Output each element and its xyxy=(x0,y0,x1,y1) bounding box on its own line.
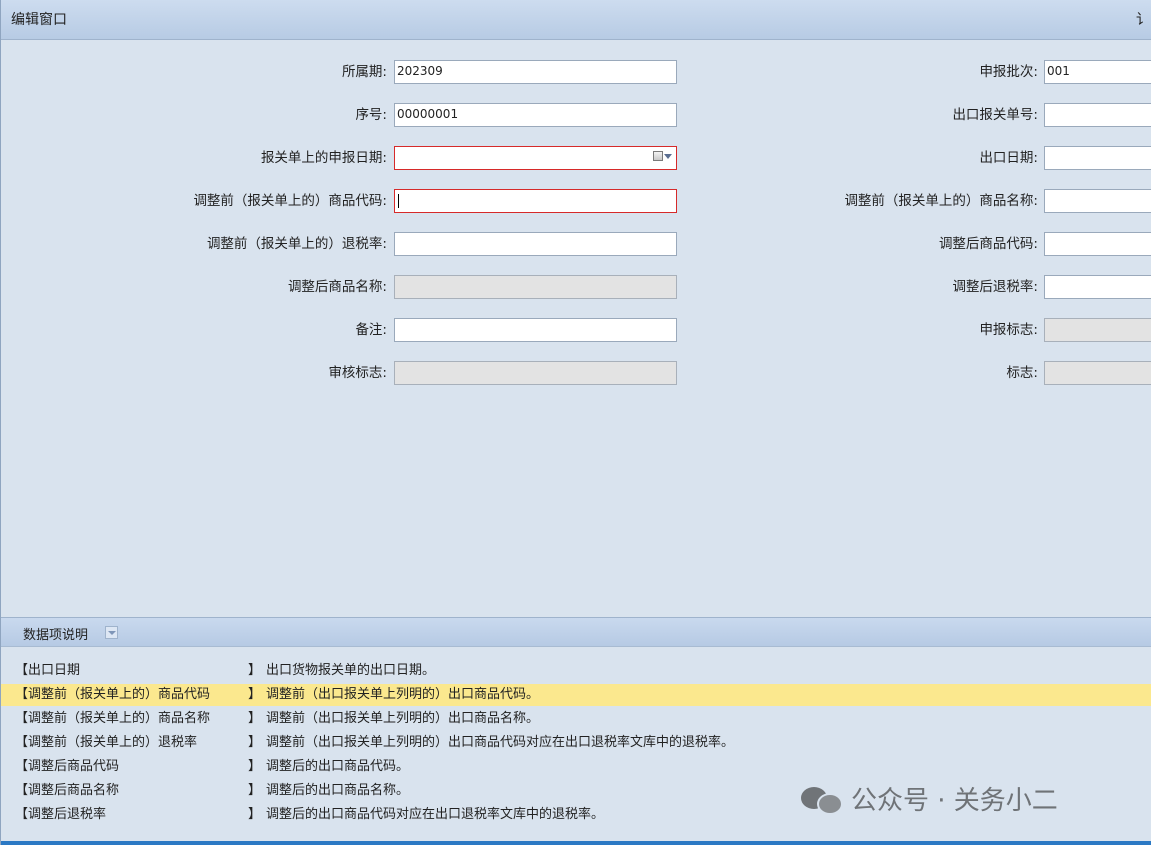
text-field xyxy=(394,361,677,385)
data-item-key: 【调整后商品代码 xyxy=(15,759,120,774)
dropdown-arrow-icon[interactable] xyxy=(664,153,672,159)
field-label: 调整后退税率: xyxy=(952,279,1038,295)
text-field[interactable] xyxy=(1044,275,1151,299)
field-label: 调整前（报关单上的）退税率: xyxy=(206,236,387,252)
text-field[interactable] xyxy=(394,189,677,213)
data-items-title: 数据项说明 xyxy=(23,628,89,643)
data-item-desc: 调整后的出口商品代码。 xyxy=(266,759,410,774)
data-item-bracket: 】 xyxy=(248,687,262,702)
data-item-desc: 调整前（出口报关单上列明的）出口商品代码。 xyxy=(266,687,540,702)
text-field xyxy=(1044,361,1151,385)
text-field[interactable] xyxy=(394,318,677,342)
text-field[interactable] xyxy=(1044,146,1151,170)
text-field xyxy=(1044,318,1151,342)
text-field[interactable] xyxy=(1044,103,1151,127)
data-item-bracket: 】 xyxy=(248,807,262,822)
data-item-row[interactable]: 【调整前（报关单上的）退税率 】调整前（出口报关单上列明的）出口商品代码对应在出口… xyxy=(1,732,1151,754)
text-field xyxy=(394,275,677,299)
text-field[interactable] xyxy=(394,232,677,256)
data-items-header[interactable]: 数据项说明 xyxy=(1,617,1151,647)
field-label: 出口报关单号: xyxy=(952,107,1038,123)
data-item-bracket: 】 xyxy=(248,711,262,726)
field-label: 调整前（报关单上的）商品代码: xyxy=(193,193,387,209)
bottom-accent-bar xyxy=(1,841,1151,845)
edit-form: 所属期: 202309 序号: 00000001 报关单上的申报日期: 调整前（报关单上的… xyxy=(1,40,1151,617)
text-field[interactable]: 202309 xyxy=(394,60,677,84)
field-label: 申报标志: xyxy=(979,322,1038,338)
field-value: 001 xyxy=(1047,64,1070,78)
wechat-icon xyxy=(801,781,843,815)
data-item-key: 【调整后商品名称 xyxy=(15,783,120,798)
text-field[interactable] xyxy=(1044,189,1151,213)
watermark-text: 公众号 · 关务小二 xyxy=(851,785,1058,816)
data-item-row[interactable]: 【调整后商品代码 】调整后的出口商品代码。 xyxy=(1,756,1151,778)
field-label: 序号: xyxy=(355,107,387,123)
window-title: 编辑窗口 xyxy=(11,12,67,28)
calendar-icon[interactable] xyxy=(653,151,663,161)
data-item-desc: 调整前（出口报关单上列明的）出口商品名称。 xyxy=(266,711,540,726)
data-item-key: 【调整后退税率 xyxy=(15,807,107,822)
text-field[interactable]: 001 xyxy=(1044,60,1151,84)
field-value: 00000001 xyxy=(397,107,459,121)
data-item-row[interactable]: 【出口日期 】出口货物报关单的出口日期。 xyxy=(1,660,1151,682)
data-item-row[interactable]: 【调整前（报关单上的）商品名称 】调整前（出口报关单上列明的）出口商品名称。 xyxy=(1,708,1151,730)
data-item-bracket: 】 xyxy=(248,663,262,678)
field-label: 审核标志: xyxy=(328,365,387,381)
data-item-bracket: 】 xyxy=(248,735,262,750)
data-item-desc: 调整前（出口报关单上列明的）出口商品代码对应在出口退税率文库中的退税率。 xyxy=(266,735,735,750)
field-value: 202309 xyxy=(397,64,443,78)
data-item-key: 【调整前（报关单上的）商品代码 xyxy=(15,687,211,702)
watermark: 公众号 · 关务小二 xyxy=(801,780,1058,816)
text-field[interactable] xyxy=(1044,232,1151,256)
data-item-desc: 调整后的出口商品代码对应在出口退税率文库中的退税率。 xyxy=(266,807,605,822)
text-field[interactable]: 00000001 xyxy=(394,103,677,127)
date-field[interactable] xyxy=(394,146,677,170)
data-item-key: 【调整前（报关单上的）退税率 xyxy=(15,735,198,750)
data-item-row[interactable]: 【调整前（报关单上的）商品代码 】调整前（出口报关单上列明的）出口商品代码。 xyxy=(1,684,1151,706)
edit-window: 编辑窗口 讠 所属期: 202309 序号: 00000001 报关单上的申报日期: 调整… xyxy=(0,0,1151,845)
collapse-chevron-icon[interactable] xyxy=(105,626,118,639)
date-picker-trigger[interactable] xyxy=(653,151,672,161)
field-label: 报关单上的申报日期: xyxy=(260,150,387,166)
data-item-key: 【调整前（报关单上的）商品名称 xyxy=(15,711,211,726)
data-item-desc: 出口货物报关单的出口日期。 xyxy=(266,663,436,678)
data-item-desc: 调整后的出口商品名称。 xyxy=(266,783,410,798)
field-label: 调整后商品名称: xyxy=(287,279,387,295)
window-titlebar: 编辑窗口 讠 xyxy=(1,0,1151,40)
field-label: 标志: xyxy=(1006,365,1038,381)
titlebar-right-text: 讠 xyxy=(1136,12,1150,28)
text-caret xyxy=(398,194,399,208)
data-item-key: 【出口日期 xyxy=(15,663,81,678)
field-label: 调整后商品代码: xyxy=(938,236,1038,252)
data-item-bracket: 】 xyxy=(248,783,262,798)
field-label: 申报批次: xyxy=(979,64,1038,80)
data-item-bracket: 】 xyxy=(248,759,262,774)
field-label: 出口日期: xyxy=(979,150,1038,166)
field-label: 所属期: xyxy=(341,64,387,80)
field-label: 调整前（报关单上的）商品名称: xyxy=(844,193,1038,209)
field-label: 备注: xyxy=(355,322,387,338)
